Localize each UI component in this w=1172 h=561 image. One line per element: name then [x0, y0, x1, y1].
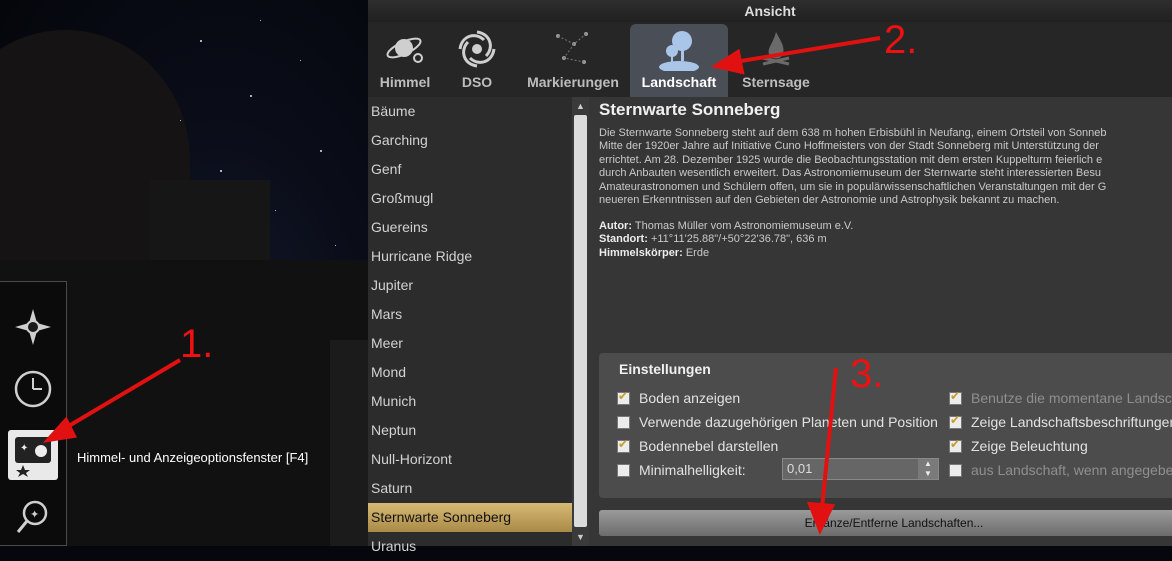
annotation-label-1: 1.	[180, 322, 214, 366]
annotation-arrows	[42, 36, 881, 535]
annotation-label-3: 3.	[850, 352, 884, 396]
annotation-label-2: 2.	[884, 18, 918, 62]
annotation-arrow-2	[734, 36, 881, 64]
arrowhead-icon	[806, 501, 836, 535]
annotation-arrow-3	[820, 367, 838, 509]
arrowhead-icon	[710, 48, 745, 75]
annotation-arrow-1	[60, 358, 182, 432]
